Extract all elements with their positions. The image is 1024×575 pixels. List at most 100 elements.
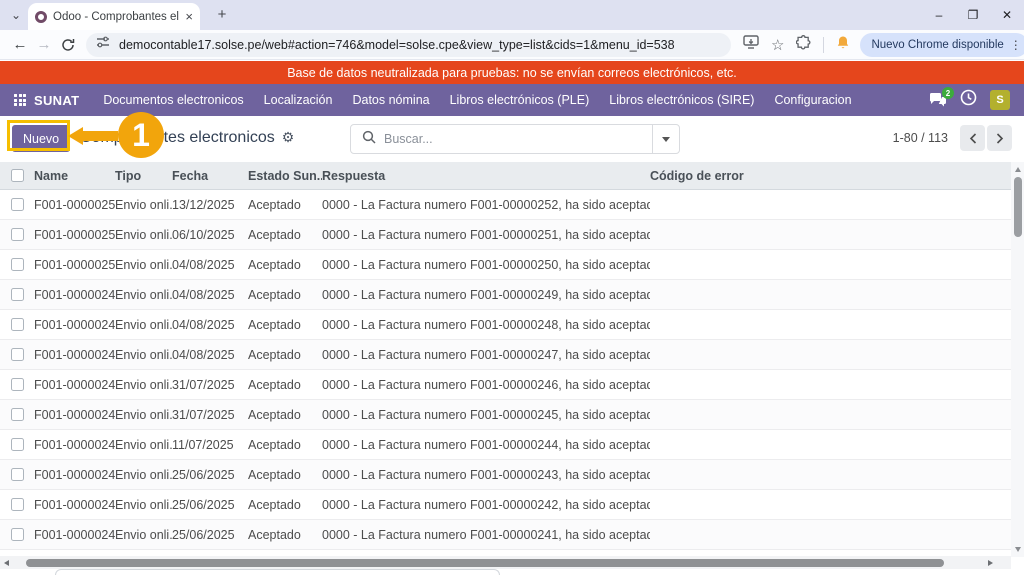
- browser-toolbar: ← → democontable17.solse.pe/web#action=7…: [0, 30, 1024, 60]
- cell-name: F001-00000243: [34, 468, 115, 482]
- back-icon[interactable]: ←: [8, 33, 32, 57]
- odoo-navbar: SUNAT Documentos electronicos Localizaci…: [0, 84, 1024, 116]
- table-row[interactable]: F001-00000249 Envio onli... 04/08/2025 A…: [0, 280, 1011, 310]
- odoo-favicon-icon: [35, 11, 47, 23]
- row-checkbox[interactable]: [11, 258, 24, 271]
- table-row[interactable]: F001-00000252 Envio onli... 13/12/2025 A…: [0, 190, 1011, 220]
- row-checkbox[interactable]: [11, 528, 24, 541]
- horizontal-scrollbar-thumb[interactable]: [26, 559, 944, 567]
- pager-previous-button[interactable]: [960, 125, 985, 151]
- address-bar[interactable]: democontable17.solse.pe/web#action=746&m…: [86, 33, 731, 57]
- table-row[interactable]: F001-00000244 Envio onli... 11/07/2025 A…: [0, 430, 1011, 460]
- menu-localizacion[interactable]: Localización: [254, 93, 343, 107]
- table-row[interactable]: F001-00000242 Envio onli... 25/06/2025 A…: [0, 490, 1011, 520]
- row-checkbox[interactable]: [11, 348, 24, 361]
- vertical-scrollbar-thumb[interactable]: [1014, 177, 1022, 237]
- cell-estado: Aceptado: [248, 498, 322, 512]
- bookmark-star-icon[interactable]: ☆: [771, 36, 784, 54]
- column-header-codigo[interactable]: Código de error: [650, 169, 1011, 183]
- menu-documentos-electronicos[interactable]: Documentos electronicos: [93, 93, 253, 107]
- cell-tipo: Envio onli...: [115, 288, 172, 302]
- menu-libros-ple[interactable]: Libros electrónicos (PLE): [440, 93, 600, 107]
- browser-tab[interactable]: Odoo - Comprobantes electron ×: [28, 3, 200, 30]
- apps-grid-icon[interactable]: [14, 94, 26, 106]
- search-input[interactable]: Buscar...: [350, 124, 680, 154]
- select-all-checkbox[interactable]: [11, 169, 24, 182]
- cell-fecha: 25/06/2025: [172, 498, 248, 512]
- column-header-respuesta[interactable]: Respuesta: [322, 169, 650, 183]
- column-header-estado[interactable]: Estado Sun...: [248, 169, 322, 183]
- tab-title: Odoo - Comprobantes electron: [53, 11, 179, 23]
- tab-search-icon[interactable]: ⌄: [6, 6, 26, 26]
- row-checkbox[interactable]: [11, 498, 24, 511]
- table-row[interactable]: F001-00000241 Envio onli... 25/06/2025 A…: [0, 520, 1011, 550]
- activities-clock-icon[interactable]: [960, 89, 977, 111]
- table-row[interactable]: F001-00000251 Envio onli... 06/10/2025 A…: [0, 220, 1011, 250]
- toolbar-icons: ☆: [743, 35, 850, 55]
- cell-tipo: Envio onli...: [115, 228, 172, 242]
- row-checkbox[interactable]: [11, 288, 24, 301]
- notification-bell-icon[interactable]: [836, 35, 850, 55]
- chrome-update-button[interactable]: Nuevo Chrome disponible ⋮: [860, 33, 1024, 57]
- table-row[interactable]: F001-00000246 Envio onli... 31/07/2025 A…: [0, 370, 1011, 400]
- cell-estado: Aceptado: [248, 378, 322, 392]
- vertical-scrollbar[interactable]: [1011, 162, 1024, 557]
- row-checkbox[interactable]: [11, 438, 24, 451]
- gear-icon[interactable]: ⚙: [282, 129, 295, 145]
- row-checkbox[interactable]: [11, 468, 24, 481]
- column-header-tipo[interactable]: Tipo: [115, 169, 172, 183]
- scroll-left-icon[interactable]: [4, 560, 9, 566]
- forward-icon[interactable]: →: [32, 33, 56, 57]
- cell-respuesta: 0000 - La Factura numero F001-00000242, …: [322, 498, 650, 512]
- row-checkbox[interactable]: [11, 408, 24, 421]
- cell-estado: Aceptado: [248, 318, 322, 332]
- cell-tipo: Envio onli...: [115, 528, 172, 542]
- toolbar-divider: [823, 37, 824, 53]
- cell-tipo: Envio onli...: [115, 318, 172, 332]
- table-row[interactable]: F001-00000243 Envio onli... 25/06/2025 A…: [0, 460, 1011, 490]
- url-text[interactable]: democontable17.solse.pe/web#action=746&m…: [119, 38, 675, 52]
- cell-estado: Aceptado: [248, 348, 322, 362]
- column-header-name[interactable]: Name: [34, 169, 115, 183]
- annotation-arrow-icon: [68, 127, 118, 145]
- row-checkbox[interactable]: [11, 228, 24, 241]
- horizontal-scrollbar[interactable]: [0, 556, 1011, 569]
- app-brand[interactable]: SUNAT: [34, 93, 79, 108]
- new-tab-button[interactable]: +: [212, 5, 232, 25]
- table-row[interactable]: F001-00000245 Envio onli... 31/07/2025 A…: [0, 400, 1011, 430]
- table-row[interactable]: F001-00000247 Envio onli... 04/08/2025 A…: [0, 340, 1011, 370]
- table-row[interactable]: F001-00000250 Envio onli... 04/08/2025 A…: [0, 250, 1011, 280]
- user-avatar[interactable]: S: [990, 90, 1010, 110]
- bottom-partial-popup: [55, 569, 500, 575]
- column-header-fecha[interactable]: Fecha: [172, 169, 248, 183]
- pager-next-button[interactable]: [987, 125, 1012, 151]
- scroll-right-icon[interactable]: [988, 560, 993, 566]
- menu-configuracion[interactable]: Configuracion: [764, 93, 861, 107]
- scroll-up-icon[interactable]: [1015, 167, 1021, 172]
- row-checkbox[interactable]: [11, 198, 24, 211]
- cell-fecha: 04/08/2025: [172, 258, 248, 272]
- search-dropdown-toggle[interactable]: [652, 125, 679, 153]
- window-controls: – ❐ ✕: [922, 0, 1024, 30]
- table-row[interactable]: F001-00000248 Envio onli... 04/08/2025 A…: [0, 310, 1011, 340]
- restore-button[interactable]: ❐: [956, 0, 990, 30]
- row-checkbox[interactable]: [11, 318, 24, 331]
- cell-tipo: Envio onli...: [115, 198, 172, 212]
- tab-close-icon[interactable]: ×: [185, 10, 193, 23]
- install-app-icon[interactable]: [743, 35, 759, 54]
- row-checkbox[interactable]: [11, 378, 24, 391]
- cell-estado: Aceptado: [248, 528, 322, 542]
- messages-icon[interactable]: 2: [929, 92, 947, 108]
- cell-fecha: 13/12/2025: [172, 198, 248, 212]
- extensions-icon[interactable]: [796, 35, 811, 55]
- minimize-button[interactable]: –: [922, 0, 956, 30]
- pager-range: 1-80 / 113: [893, 131, 948, 145]
- site-settings-icon[interactable]: [96, 35, 110, 54]
- close-button[interactable]: ✕: [990, 0, 1024, 30]
- menu-datos-nomina[interactable]: Datos nómina: [342, 93, 439, 107]
- nuevo-button[interactable]: Nuevo: [12, 125, 70, 152]
- menu-libros-sire[interactable]: Libros electrónicos (SIRE): [599, 93, 764, 107]
- scroll-down-icon[interactable]: [1015, 547, 1021, 552]
- chrome-menu-icon[interactable]: ⋮: [1010, 39, 1022, 51]
- refresh-icon[interactable]: [56, 33, 80, 57]
